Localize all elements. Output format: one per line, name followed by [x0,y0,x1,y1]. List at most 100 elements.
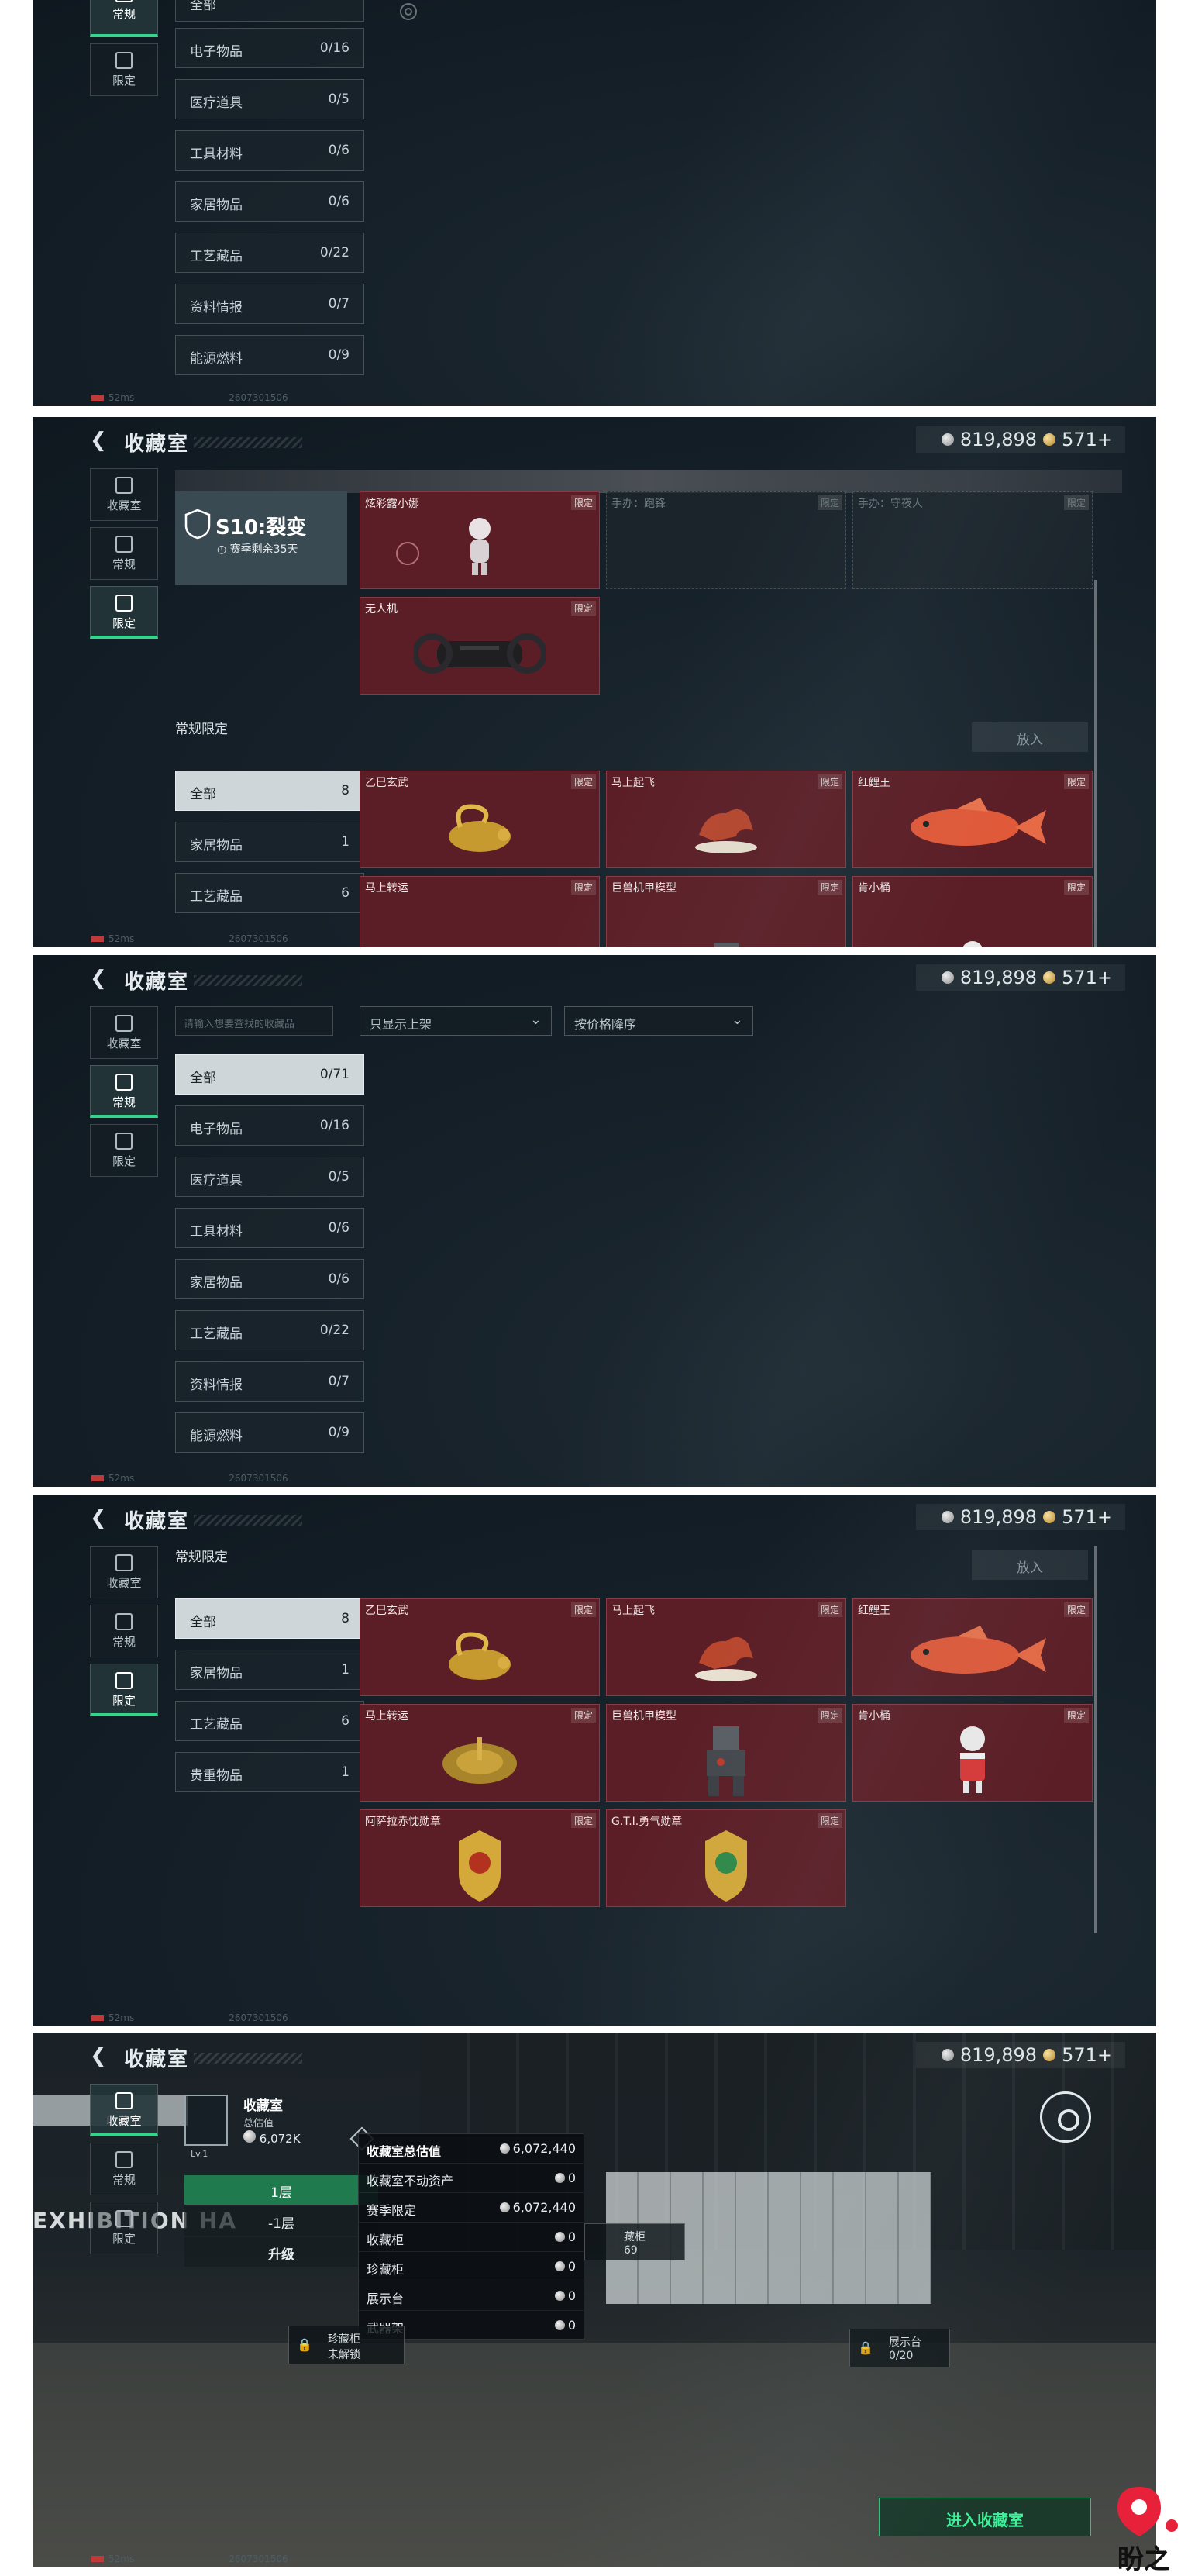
sort-dropdown[interactable]: 按价格降序 ⌄ [564,1006,753,1036]
category-item[interactable]: 工具材料 0/6 [175,1208,364,1248]
enter-collection-room-button[interactable]: 进入收藏室 [879,2498,1091,2536]
collectible-card[interactable]: 阿萨拉赤忱勋章 限定 [360,1809,600,1907]
category-item[interactable]: 工艺藏品 6 [175,1701,364,1741]
regular-icon [115,536,133,553]
category-item[interactable]: 贵重物品 1 [175,1752,364,1792]
floor-minus1-button[interactable]: -1层 [184,2206,378,2236]
currency-display: 819,898 571+ [941,966,1113,989]
category-item[interactable]: 电子物品 0/16 [175,28,364,68]
season-item-card[interactable]: 手办：守夜人 限定 [852,491,1093,589]
gold-coin-icon [1043,433,1056,446]
collectible-card[interactable]: 马上起飞 限定 [606,771,846,868]
regular-icon [115,2151,133,2168]
floor-1-button[interactable]: 1层 [184,2175,378,2205]
search-input[interactable]: 请输入想要查找的收藏品 [175,1006,333,1036]
season-card[interactable]: S10:裂变 ◷ 赛季剩余35天 [175,491,347,585]
display-stand-tag[interactable]: 🔒 展示台 0/20 [849,2329,950,2367]
panel-collection-room-3d: EXHIBITION HA ❮ 收藏室 819,898 571+ 收藏室 常规 … [33,2033,1156,2567]
category-item[interactable]: 工艺藏品 0/22 [175,1310,364,1350]
title-decoration [194,975,302,986]
tab-limited[interactable]: 限定 [90,43,158,96]
tab-regular[interactable]: 常规 [90,1065,158,1118]
gold-coin-icon [1043,1511,1056,1523]
tab-collection[interactable]: 收藏室 [90,468,158,521]
category-item[interactable]: 全部 8 [175,1598,364,1639]
scrollbar[interactable] [1094,580,1097,947]
tab-limited[interactable]: 限定 [90,1664,158,1716]
back-arrow-icon[interactable]: ❮ [90,430,107,450]
scrollbar[interactable] [1094,1546,1097,1933]
category-item[interactable]: 资料情报 0/7 [175,1361,364,1402]
page-title: 收藏室 [124,433,190,456]
camera-toggle-icon[interactable] [1040,2091,1091,2143]
back-arrow-icon[interactable]: ❮ [90,2046,107,2066]
cabinet-tag[interactable]: 藏柜 69 [584,2223,685,2260]
category-item[interactable]: 工艺藏品 6 [175,873,364,913]
category-item[interactable]: 能源燃料 0/9 [175,335,364,375]
tab-collection[interactable]: 收藏室 [90,1546,158,1598]
category-item[interactable]: 全部 8 [175,771,364,811]
season-item-card[interactable]: 无人机 限定 [360,597,600,695]
collectible-card[interactable]: 乙巳玄武 限定 [360,771,600,868]
tab-limited[interactable]: 限定 [90,586,158,639]
tab-limited[interactable]: 限定 [90,1124,158,1177]
collectible-card[interactable]: 马上转运 限定 [360,876,600,947]
collectible-card[interactable]: 乙巳玄武 限定 [360,1598,600,1696]
golden-disc-icon [442,1736,517,1784]
category-item[interactable]: 家居物品 0/6 [175,1259,364,1299]
category-item[interactable]: 能源燃料 0/9 [175,1412,364,1453]
tab-regular[interactable]: 常规 [90,527,158,580]
currency-display: 819,898 571+ [941,428,1113,451]
category-item[interactable]: 医疗道具 0/5 [175,79,364,119]
back-arrow-icon[interactable]: ❮ [90,1508,107,1528]
collectible-card[interactable]: 巨兽机甲模型 限定 [606,1704,846,1802]
shelf-filter-dropdown[interactable]: 只显示上架 ⌄ [360,1006,552,1036]
category-item[interactable]: 家居物品 1 [175,1650,364,1690]
collection-icon [115,477,133,494]
category-item[interactable]: 工艺藏品 0/22 [175,233,364,273]
upgrade-button[interactable]: 升级 [184,2237,378,2267]
category-item[interactable]: 工具材料 0/6 [175,130,364,171]
category-all-cropped[interactable]: 全部 [175,0,364,22]
collectible-card[interactable]: 巨兽机甲模型 限定 [606,876,846,947]
top-bar: ❮ 收藏室 819,898 571+ [33,417,1156,465]
signal-icon [91,395,104,401]
signal-icon [91,1475,104,1481]
season-item-card[interactable]: 手办：跑锋 限定 [606,491,846,589]
silver-coin-icon [941,433,954,446]
tab-regular[interactable]: 常规 [90,2143,158,2195]
silver-coin-icon [499,2143,510,2154]
status-bar: 52ms 2607301506 [91,933,288,944]
back-arrow-icon[interactable]: ❮ [90,968,107,988]
tab-limited[interactable]: 限定 [90,2202,158,2254]
red-carp-icon [911,797,1046,846]
category-item[interactable]: 全部 0/71 [175,1054,364,1095]
category-item[interactable]: 医疗道具 0/5 [175,1157,364,1197]
collectible-card[interactable]: 红鲤王 限定 [852,771,1093,868]
mech-model-icon [714,942,739,947]
table-row: 收藏室总估值 6,072,440 [359,2134,584,2164]
category-item[interactable]: 家居物品 1 [175,822,364,862]
rare-cabinet-tag[interactable]: 🔒 珍藏柜 未解锁 [288,2326,405,2364]
lock-icon: 🔒 [858,2340,873,2355]
status-bar: 52ms 2607301506 [91,1473,288,1484]
tab-collection[interactable]: 收藏室 [90,2084,158,2136]
category-item[interactable]: 电子物品 0/16 [175,1105,364,1146]
season-item-card[interactable]: 炫彩露小娜 限定 [360,491,600,589]
category-item[interactable]: 家居物品 0/6 [175,181,364,222]
collectible-card[interactable]: 肯小桶 限定 [852,1704,1093,1802]
collectible-card[interactable]: 马上起飞 限定 [606,1598,846,1696]
tab-regular[interactable]: 常规 [90,0,158,37]
collectible-card[interactable]: 红鲤王 限定 [852,1598,1093,1696]
place-button[interactable]: 放入 [972,1550,1088,1580]
collectible-card[interactable]: 马上转运 限定 [360,1704,600,1802]
collectible-card[interactable]: G.T.I.勇气勋章 限定 [606,1809,846,1907]
place-button[interactable]: 放入 [972,722,1088,752]
page-title: 收藏室 [124,2048,190,2071]
tab-collection[interactable]: 收藏室 [90,1006,158,1059]
tab-regular[interactable]: 常规 [90,1605,158,1657]
collectible-card[interactable]: 肯小桶 限定 [852,876,1093,947]
category-item[interactable]: 资料情报 0/7 [175,284,364,324]
table-row: 赛季限定 6,072,440 [359,2193,584,2223]
currency-display: 819,898 571+ [941,1505,1113,1529]
